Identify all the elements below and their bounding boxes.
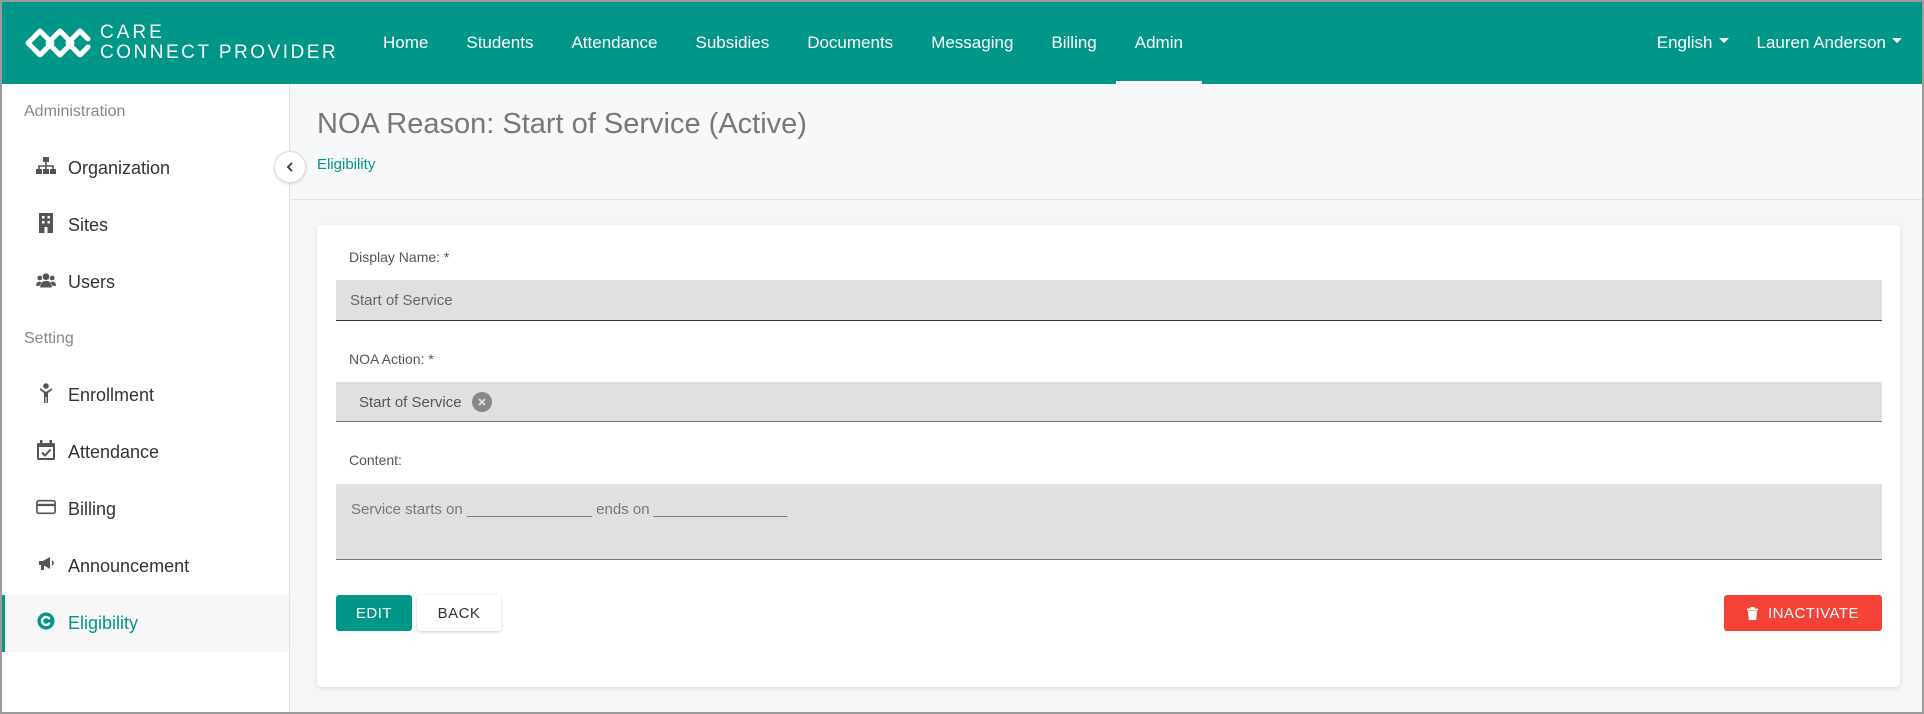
page-title: NOA Reason: Start of Service (Active) [317,108,807,140]
nav-admin[interactable]: Admin [1115,2,1203,84]
sidebar-item-label: Attendance [68,442,160,462]
user-name: Lauren Anderson [1756,33,1887,52]
language-label: English [1656,33,1713,52]
sidebar-item-announcement[interactable]: Announcement [2,538,289,595]
content-value: Service starts on _______________ ends o… [351,501,788,518]
nav-messaging[interactable]: Messaging [912,2,1032,84]
sidebar-item-enrollment[interactable]: Enrollment [2,367,289,424]
trash-icon [1746,606,1758,620]
top-navbar: CARE CONNECT PROVIDER Home Students Atte… [2,2,1922,84]
brand-line2: CONNECT PROVIDER [100,42,339,63]
sidebar-item-label: Sites [68,215,109,235]
display-name-field[interactable]: Start of Service [336,280,1882,321]
eligibility-icon [36,611,56,631]
credit-card-icon [36,497,56,517]
app-window: CARE CONNECT PROVIDER Home Students Atte… [0,0,1924,714]
chevron-left-icon [286,162,293,172]
user-dropdown[interactable]: Lauren Anderson [1749,33,1923,53]
brand-logo[interactable]: CARE CONNECT PROVIDER [22,23,342,63]
brand-text: CARE CONNECT PROVIDER [100,23,338,63]
sidebar-item-label: Billing [68,499,117,519]
noa-action-label: NOA Action: * [349,351,434,367]
sidebar-item-label: Eligibility [68,613,139,633]
nav-subsidies[interactable]: Subsidies [676,2,788,84]
display-name-label: Display Name: * [349,249,450,265]
sidebar-item-billing[interactable]: Billing [2,481,289,538]
chip-label: Start of Service [359,393,462,411]
brand-mark-icon [25,28,91,58]
display-name-value: Start of Service [350,292,453,309]
sidebar-item-organization[interactable]: Organization [2,140,289,197]
remove-chip-icon[interactable] [471,392,492,412]
inactivate-label: INACTIVATE [1767,604,1860,622]
child-icon [36,382,56,403]
sidebar-section-administration: Administration [24,103,126,120]
nav-documents[interactable]: Documents [788,2,912,84]
sidebar-item-label: Enrollment [68,385,155,405]
calendar-check-icon [36,439,56,460]
inactivate-button[interactable]: INACTIVATE [1724,595,1882,631]
sitemap-icon [36,156,56,176]
nav-billing[interactable]: Billing [1032,2,1115,84]
noa-action-chip[interactable]: Start of Service [359,392,492,412]
caret-down-icon [1892,37,1902,43]
sidebar: Administration Organization Sites Users … [2,84,290,712]
noa-action-field[interactable]: Start of Service [336,382,1882,422]
edit-button[interactable]: EDIT [336,595,412,631]
caret-down-icon [1718,37,1729,43]
brand-line1: CARE [100,22,165,43]
content-label: Content: [349,452,402,468]
back-button[interactable]: BACK [417,595,501,631]
content-field[interactable]: Service starts on _______________ ends o… [336,484,1882,560]
sidebar-item-label: Organization [68,158,171,178]
nav-home[interactable]: Home [364,2,447,84]
sidebar-item-attendance[interactable]: Attendance [2,424,289,481]
sidebar-item-label: Users [68,272,116,292]
nav-attendance[interactable]: Attendance [552,2,676,84]
nav-right: English Lauren Anderson [1649,2,1922,84]
sidebar-section-setting: Setting [24,330,74,347]
bullhorn-icon [36,554,56,574]
building-icon [36,212,56,233]
language-dropdown[interactable]: English [1649,33,1749,53]
breadcrumb-eligibility[interactable]: Eligibility [317,156,375,173]
nav-students[interactable]: Students [447,2,552,84]
sidebar-item-label: Announcement [68,556,190,576]
main-nav: Home Students Attendance Subsidies Docum… [364,2,1203,84]
sidebar-collapse-button[interactable] [274,151,306,183]
users-icon [36,270,56,290]
sidebar-item-sites[interactable]: Sites [2,197,289,254]
sidebar-item-users[interactable]: Users [2,254,289,311]
sidebar-item-eligibility[interactable]: Eligibility [2,595,289,652]
noa-reason-card: Display Name: * Start of Service NOA Act… [317,225,1900,687]
page-header: NOA Reason: Start of Service (Active) El… [291,84,1922,200]
